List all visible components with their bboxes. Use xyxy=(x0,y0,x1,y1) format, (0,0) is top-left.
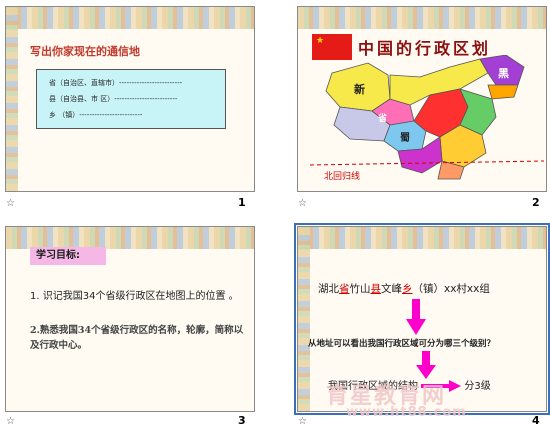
down-arrow-icon xyxy=(416,351,436,379)
slide-thumbnail-3[interactable]: 学习目标: 1. 识记我国34个省级行政区在地图上的位置 。 2.熟悉我国34个… xyxy=(5,226,255,412)
decorative-sideband xyxy=(6,7,18,191)
map-label-hei: 黑 xyxy=(498,67,509,80)
map-label-sheng: 省 xyxy=(377,112,387,124)
star-icon[interactable]: ☆ xyxy=(298,416,307,427)
goal-label: 学习目标: xyxy=(30,247,106,265)
slide-number: 3 xyxy=(238,414,246,427)
decorative-banner xyxy=(6,7,254,29)
slide-title: 写出你家现在的通信地 xyxy=(30,45,140,58)
star-icon[interactable]: ☆ xyxy=(6,416,15,427)
china-map: 新 黑 省 蜀 北回归线 xyxy=(310,55,544,182)
decorative-banner xyxy=(6,227,254,249)
map-region-jilin xyxy=(487,84,519,100)
slide-thumbnail-2[interactable]: ★ 中国的行政区划 新 黑 省 蜀 北回归线 xyxy=(297,6,547,192)
address-line-town: 乡 （镇）------------------------- xyxy=(49,111,143,119)
question-text: 从地址可以看出我国行政区域可分为哪三个级别？ xyxy=(308,339,496,349)
slide-number: 4 xyxy=(532,414,540,427)
down-arrow-icon xyxy=(406,299,426,335)
watermark-url: www.ht88.com xyxy=(346,405,467,420)
example-address: 湖北省竹山县文峰乡（镇）xx村xx组 xyxy=(318,283,490,295)
slide-number: 2 xyxy=(532,196,540,209)
address-line-province: 省（自治区、直辖市）------------------------- xyxy=(49,79,183,87)
decorative-sideband xyxy=(298,227,310,411)
slide-number: 1 xyxy=(238,196,246,209)
address-box: 省（自治区、直辖市）------------------------- 县（自治… xyxy=(36,69,226,129)
decorative-banner xyxy=(298,7,546,29)
star-icon[interactable]: ☆ xyxy=(298,198,307,209)
goal-item: 2.熟悉我国34个省级行政区的名称，轮廓，简称以及行政中心。 xyxy=(30,325,244,351)
map-label-tropic: 北回归线 xyxy=(324,170,360,182)
address-line-county: 县（自治县、市 区）------------------------- xyxy=(49,95,178,103)
map-label-shu: 蜀 xyxy=(400,132,410,144)
decorative-banner xyxy=(298,227,546,249)
star-icon[interactable]: ☆ xyxy=(6,198,15,209)
goal-item: 1. 识记我国34个省级行政区在地图上的位置 。 xyxy=(30,291,239,302)
map-label-xin: 新 xyxy=(354,82,365,96)
slide-thumbnail-1[interactable]: 写出你家现在的通信地 省（自治区、直辖市）-------------------… xyxy=(5,6,255,192)
